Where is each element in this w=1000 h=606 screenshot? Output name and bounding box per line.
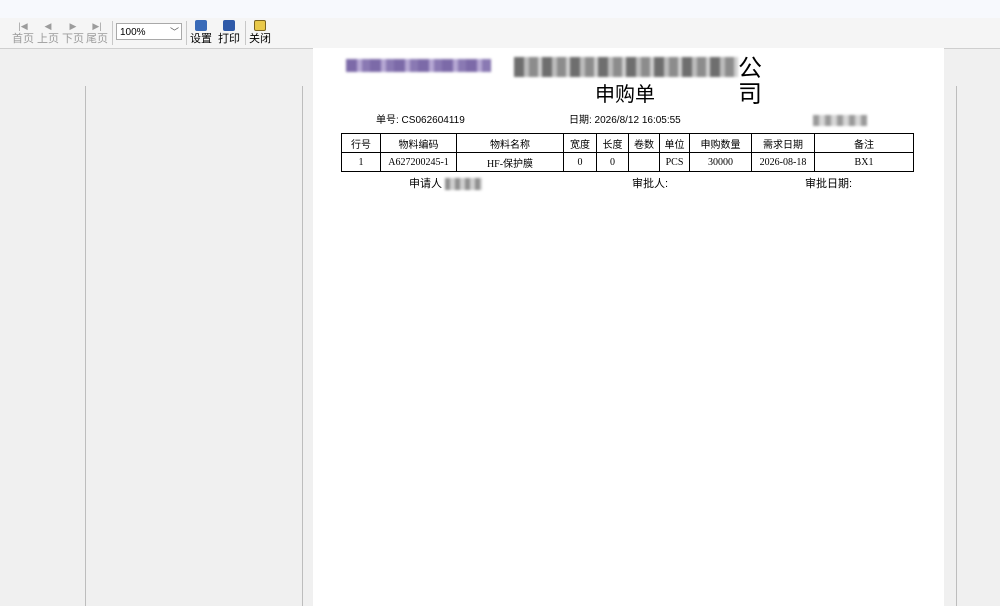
- close-icon: [248, 20, 272, 32]
- table-row: 1 A627200245-1 HF-保护膜 0 0 PCS 30000 2026…: [341, 152, 914, 172]
- redacted-company-name: [346, 59, 491, 72]
- document-title: 申购单: [595, 84, 655, 106]
- column-header: 需求日期: [751, 133, 815, 153]
- close-button[interactable]: 关闭: [248, 20, 272, 46]
- previous-page-icon: ◀: [44, 21, 52, 31]
- applicant-label: 申请人: [409, 178, 442, 190]
- settings-button[interactable]: 设置: [189, 20, 213, 46]
- preview-margin-line: [956, 86, 957, 606]
- last-page-button[interactable]: ▶| 尾页: [86, 20, 108, 46]
- printer-icon: [217, 20, 241, 32]
- table-cell: 0: [563, 152, 597, 172]
- toolbar-separator: [112, 21, 113, 45]
- print-preview-toolbar: |◀ 首页 ◀ 上页 ▶ 下页 ▶| 尾页 100% ﹀ 设置 打印 关闭: [0, 18, 1000, 49]
- column-header: 宽度: [563, 133, 597, 153]
- column-header: 申购数量: [689, 133, 752, 153]
- approver-label: 审批人:: [632, 178, 669, 190]
- toolbar-separator: [186, 21, 187, 45]
- window-title-bar: [0, 0, 1000, 19]
- preview-margin-line: [302, 86, 303, 606]
- zoom-select[interactable]: 100% ﹀: [116, 23, 182, 40]
- items-table: 行号 物料编码 物料名称 宽度 长度 卷数 单位 申购数量 需求日期 备注 1 …: [341, 133, 914, 172]
- report-page: 公司 申购单 单号: CS062604119 日期: 2026/8/12 16:…: [313, 48, 944, 606]
- column-header: 备注: [814, 133, 914, 153]
- previous-page-button[interactable]: ◀ 上页: [37, 20, 59, 46]
- column-header: 卷数: [628, 133, 660, 153]
- chevron-down-icon: ﹀: [169, 27, 179, 37]
- table-cell: HF-保护膜: [456, 152, 564, 172]
- redacted-applicant: [445, 178, 482, 190]
- last-page-icon: ▶|: [92, 21, 102, 31]
- table-cell: 0: [596, 152, 629, 172]
- preview-margin-line: [85, 86, 86, 606]
- first-page-icon: |◀: [18, 21, 28, 31]
- table-cell: 2026-08-18: [751, 152, 815, 172]
- next-page-button[interactable]: ▶ 下页: [62, 20, 84, 46]
- redacted-company-name: [514, 57, 738, 77]
- table-header-row: 行号 物料编码 物料名称 宽度 长度 卷数 单位 申购数量 需求日期 备注: [341, 133, 914, 153]
- redacted-field: [813, 115, 867, 126]
- column-header: 单位: [659, 133, 690, 153]
- column-header: 物料编码: [380, 133, 457, 153]
- order-date: 日期: 2026/8/12 16:05:55: [569, 115, 681, 126]
- toolbar-separator: [245, 21, 246, 45]
- table-cell: BX1: [814, 152, 914, 172]
- order-number: 单号: CS062604119: [376, 115, 465, 126]
- column-header: 物料名称: [456, 133, 564, 153]
- next-page-icon: ▶: [69, 21, 77, 31]
- approval-date-label: 审批日期:: [805, 178, 853, 190]
- table-cell: [628, 152, 660, 172]
- table-cell: 1: [341, 152, 381, 172]
- table-cell: A627200245-1: [380, 152, 457, 172]
- print-button[interactable]: 打印: [217, 20, 241, 46]
- table-cell: 30000: [689, 152, 752, 172]
- first-page-button[interactable]: |◀ 首页: [12, 20, 34, 46]
- settings-icon: [189, 20, 213, 32]
- column-header: 行号: [341, 133, 381, 153]
- column-header: 长度: [596, 133, 629, 153]
- table-cell: PCS: [659, 152, 690, 172]
